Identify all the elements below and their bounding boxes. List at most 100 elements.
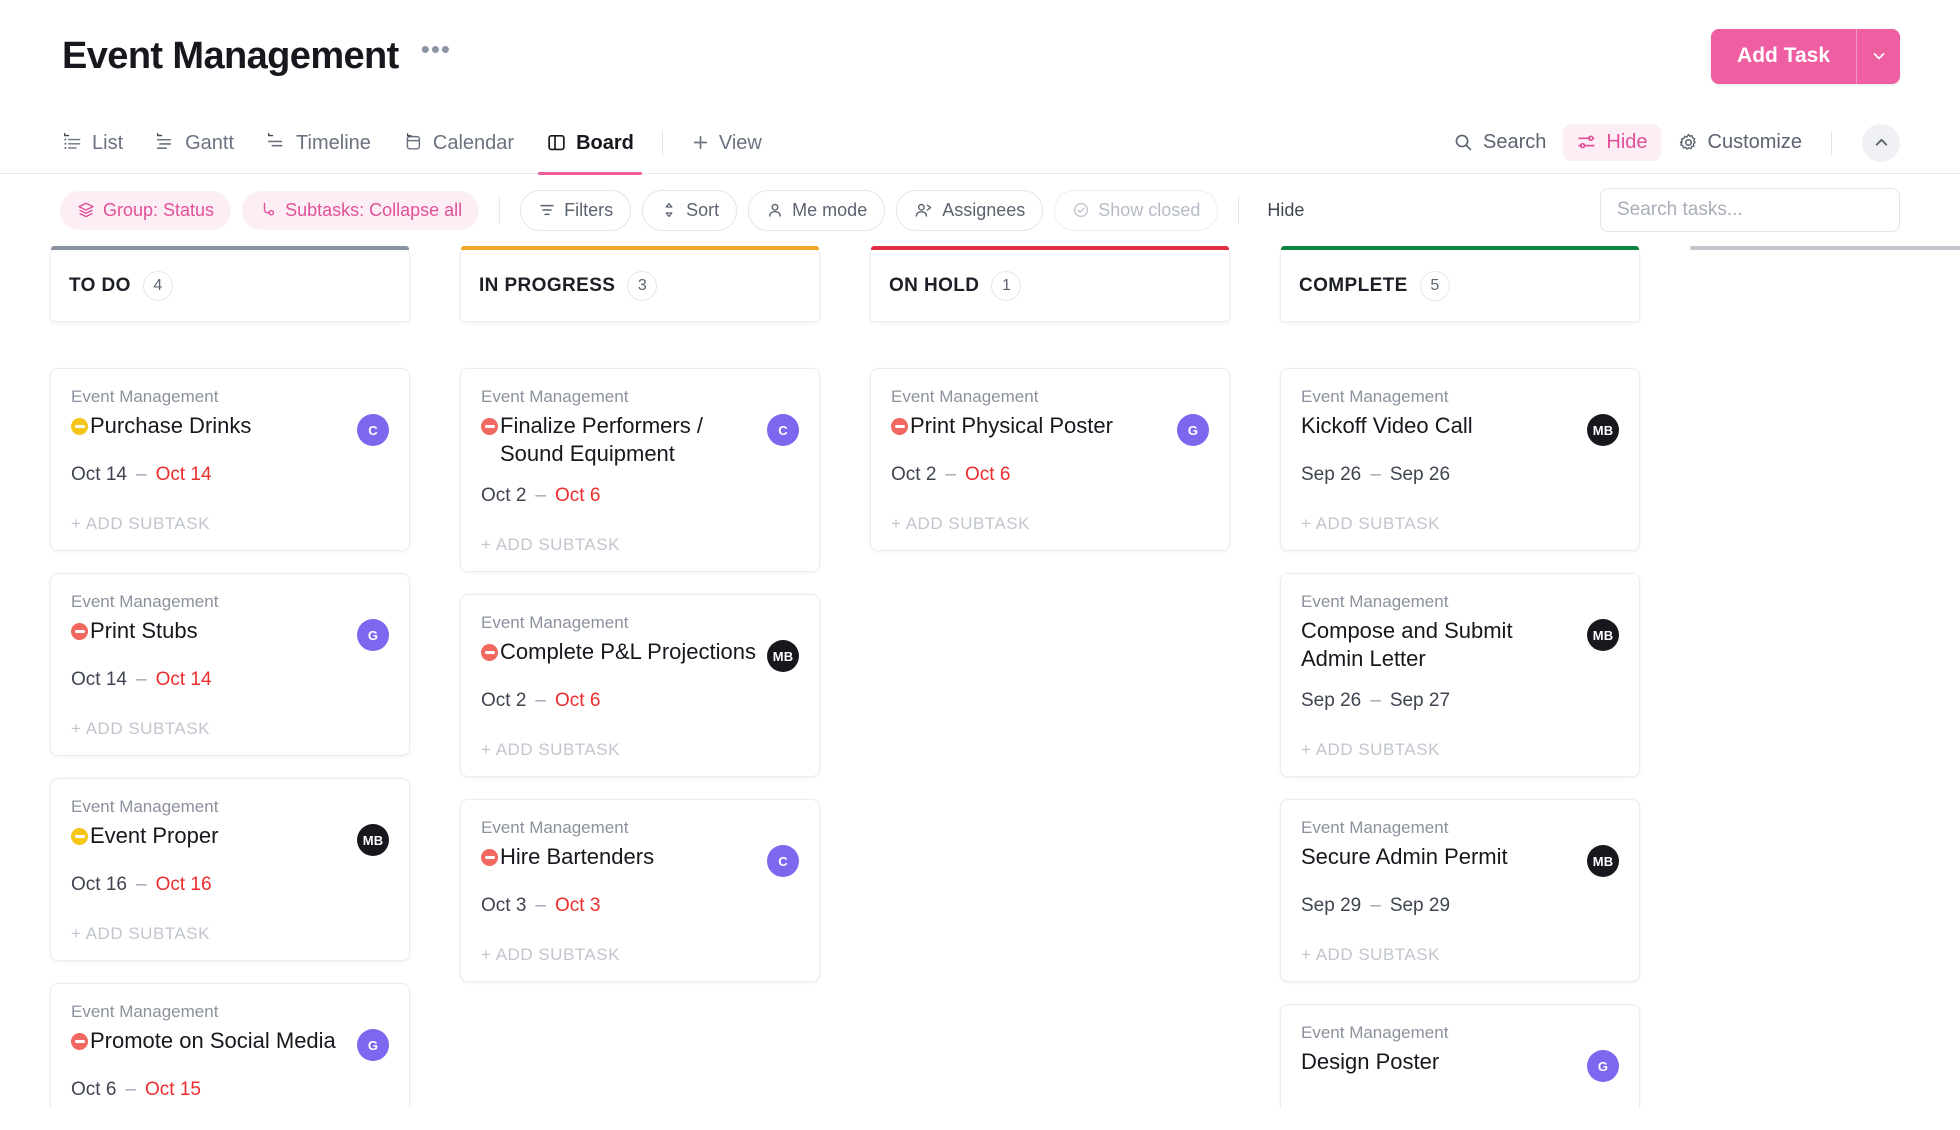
tab-board[interactable]: Board (530, 112, 650, 175)
add-status-button[interactable]: + ADD STATUS (1690, 278, 1960, 300)
sort-button[interactable]: Sort (642, 189, 738, 231)
column-header[interactable]: TO DO 4 (50, 246, 410, 322)
task-card-dates[interactable]: Sep 26– Sep 26 (1301, 464, 1619, 486)
task-card-dates[interactable]: Oct 6– Oct 15 (71, 1079, 389, 1101)
avatar[interactable]: MB (1587, 619, 1619, 651)
group-status-chip[interactable]: Group: Status (60, 190, 232, 230)
avatar[interactable]: C (767, 845, 799, 878)
filters-button[interactable]: Filters (520, 189, 632, 231)
priority-icon[interactable] (71, 1033, 88, 1050)
task-card-project: Event Management (891, 387, 1039, 406)
view-bar-divider (661, 130, 663, 155)
task-card-dates[interactable]: Oct 14– Oct 14 (71, 669, 389, 691)
avatar[interactable]: MB (1587, 414, 1619, 446)
assignees-button[interactable]: Assignees (896, 189, 1044, 231)
task-due-date: Oct 6 (964, 464, 1011, 485)
add-subtask-button[interactable]: + ADD SUBTASK (71, 719, 389, 739)
avatar[interactable]: MB (357, 824, 389, 856)
page-more-menu-button[interactable]: ••• (421, 36, 451, 68)
tab-timeline[interactable]: Timeline (250, 112, 387, 174)
add-subtask-button[interactable]: + ADD SUBTASK (481, 740, 799, 760)
avatar[interactable]: G (1177, 414, 1209, 446)
collapse-toolbar-button[interactable] (1862, 123, 1900, 162)
task-card-dates[interactable]: Oct 3– Oct 3 (481, 895, 799, 917)
task-card[interactable]: Event Management Kickoff Video Call MB Sep … (1280, 368, 1640, 551)
search-button[interactable]: Search (1440, 124, 1559, 161)
avatar[interactable]: G (1587, 1050, 1619, 1083)
task-card[interactable]: Event Management Print Stubs G Oct 14– Oct 1… (50, 573, 410, 756)
task-card[interactable]: Event ManagementDesign PosterG+ ADD SUBT… (1280, 1004, 1640, 1108)
task-card-dates[interactable]: Oct 16– Oct 16 (71, 874, 389, 896)
task-card[interactable]: Event Management Compose and Submit Admin… (1280, 573, 1640, 778)
add-subtask-button[interactable]: + ADD SUBTASK (1301, 945, 1619, 965)
date-separator: – (1370, 895, 1381, 917)
task-card[interactable]: Event Management Finalize Performers / So… (460, 368, 820, 573)
task-card-project: Event Management (1301, 592, 1449, 611)
task-card[interactable]: Event Management Purchase Drinks C Oct 14– O… (50, 368, 410, 551)
task-card[interactable]: Event Management Secure Admin Permit MB Sep… (1280, 799, 1640, 983)
gantt-icon (157, 132, 172, 149)
search-tasks-input[interactable] (1600, 188, 1900, 232)
avatar[interactable]: C (767, 414, 799, 446)
task-card-dates[interactable]: Sep 29– Sep 29 (1301, 895, 1619, 917)
task-card-title-row: Promote on Social Media G (71, 1027, 389, 1061)
subtasks-chip[interactable]: Subtasks: Collapse all (242, 190, 480, 230)
task-card-title-wrap: Secure Admin Permit (1301, 843, 1577, 871)
priority-icon[interactable] (891, 418, 908, 435)
task-card[interactable]: Event Management Promote on Social Media G… (50, 983, 410, 1108)
task-card-dates[interactable]: Oct 2– Oct 6 (891, 464, 1209, 486)
tab-gantt[interactable]: Gantt (139, 112, 250, 174)
add-task-dropdown-button[interactable] (1856, 28, 1900, 84)
add-status-column: + ADD STATUS (1690, 246, 1960, 300)
avatar[interactable]: MB (1587, 845, 1619, 878)
avatar[interactable]: C (357, 414, 389, 446)
date-separator: – (535, 895, 546, 917)
add-subtask-button[interactable]: + ADD SUBTASK (1301, 740, 1619, 760)
priority-icon[interactable] (71, 418, 88, 435)
avatar[interactable]: G (357, 619, 389, 651)
column-header[interactable]: COMPLETE 5 (1280, 246, 1640, 322)
task-card-dates[interactable]: Oct 14– Oct 14 (71, 464, 389, 486)
me-mode-button[interactable]: Me mode (748, 189, 886, 231)
task-card-dates[interactable]: Sep 26– Sep 27 (1301, 690, 1619, 712)
add-subtask-button[interactable]: + ADD SUBTASK (481, 535, 799, 555)
priority-icon[interactable] (481, 644, 498, 662)
hide-fields-button[interactable]: Hide (1563, 124, 1661, 161)
tab-list[interactable]: List (62, 112, 139, 174)
task-card[interactable]: Event Management Print Physical Poster G Oc… (870, 368, 1230, 551)
show-closed-button[interactable]: Show closed (1054, 189, 1219, 231)
view-bar-actions: Search Hide Customize (1440, 123, 1900, 162)
avatar[interactable]: G (357, 1029, 389, 1061)
task-card-project: Event Management (1301, 387, 1449, 406)
task-card[interactable]: Event Management Event Proper MB Oct 16– Oct… (50, 778, 410, 961)
avatar[interactable]: MB (767, 640, 799, 673)
priority-icon[interactable] (71, 828, 88, 845)
add-subtask-button[interactable]: + ADD SUBTASK (1301, 514, 1619, 534)
add-view-button[interactable]: View (675, 112, 778, 174)
task-card-dates[interactable]: Oct 2– Oct 6 (481, 690, 799, 712)
tab-calendar[interactable]: Calendar (387, 112, 530, 174)
add-subtask-button[interactable]: + ADD SUBTASK (71, 924, 389, 944)
priority-icon[interactable] (481, 849, 498, 867)
add-subtask-button[interactable]: + ADD SUBTASK (891, 514, 1209, 534)
task-card-dates[interactable]: Oct 2– Oct 6 (481, 485, 799, 507)
hide-button[interactable]: Hide (1259, 191, 1312, 230)
chevron-down-icon (1873, 53, 1884, 60)
customize-button[interactable]: Customize (1665, 124, 1815, 161)
column-header[interactable]: ON HOLD 1 (870, 246, 1230, 322)
view-bar: List Gantt Timeline Calendar Board View … (0, 112, 1960, 175)
priority-icon[interactable] (481, 418, 498, 435)
add-subtask-button[interactable]: + ADD SUBTASK (71, 514, 389, 534)
tab-timeline-label: Timeline (296, 131, 371, 154)
add-status-accent-bar (1690, 246, 1960, 250)
add-subtask-button[interactable]: + ADD SUBTASK (481, 945, 799, 965)
subtasks-label: Subtasks: Collapse all (285, 199, 463, 220)
filters-label: Filters (564, 199, 614, 220)
task-card[interactable]: Event Management Complete P&L Projections… (460, 594, 820, 778)
task-card-title-wrap: Design Poster (1301, 1048, 1577, 1076)
add-task-button[interactable]: Add Task (1711, 28, 1856, 84)
board-column: ON HOLD 1 Event Management Print Physical P… (870, 246, 1280, 573)
column-header[interactable]: IN PROGRESS 3 (460, 246, 820, 322)
priority-icon[interactable] (71, 623, 88, 640)
task-card[interactable]: Event Management Hire Bartenders C Oct 3– Oc… (460, 799, 820, 983)
